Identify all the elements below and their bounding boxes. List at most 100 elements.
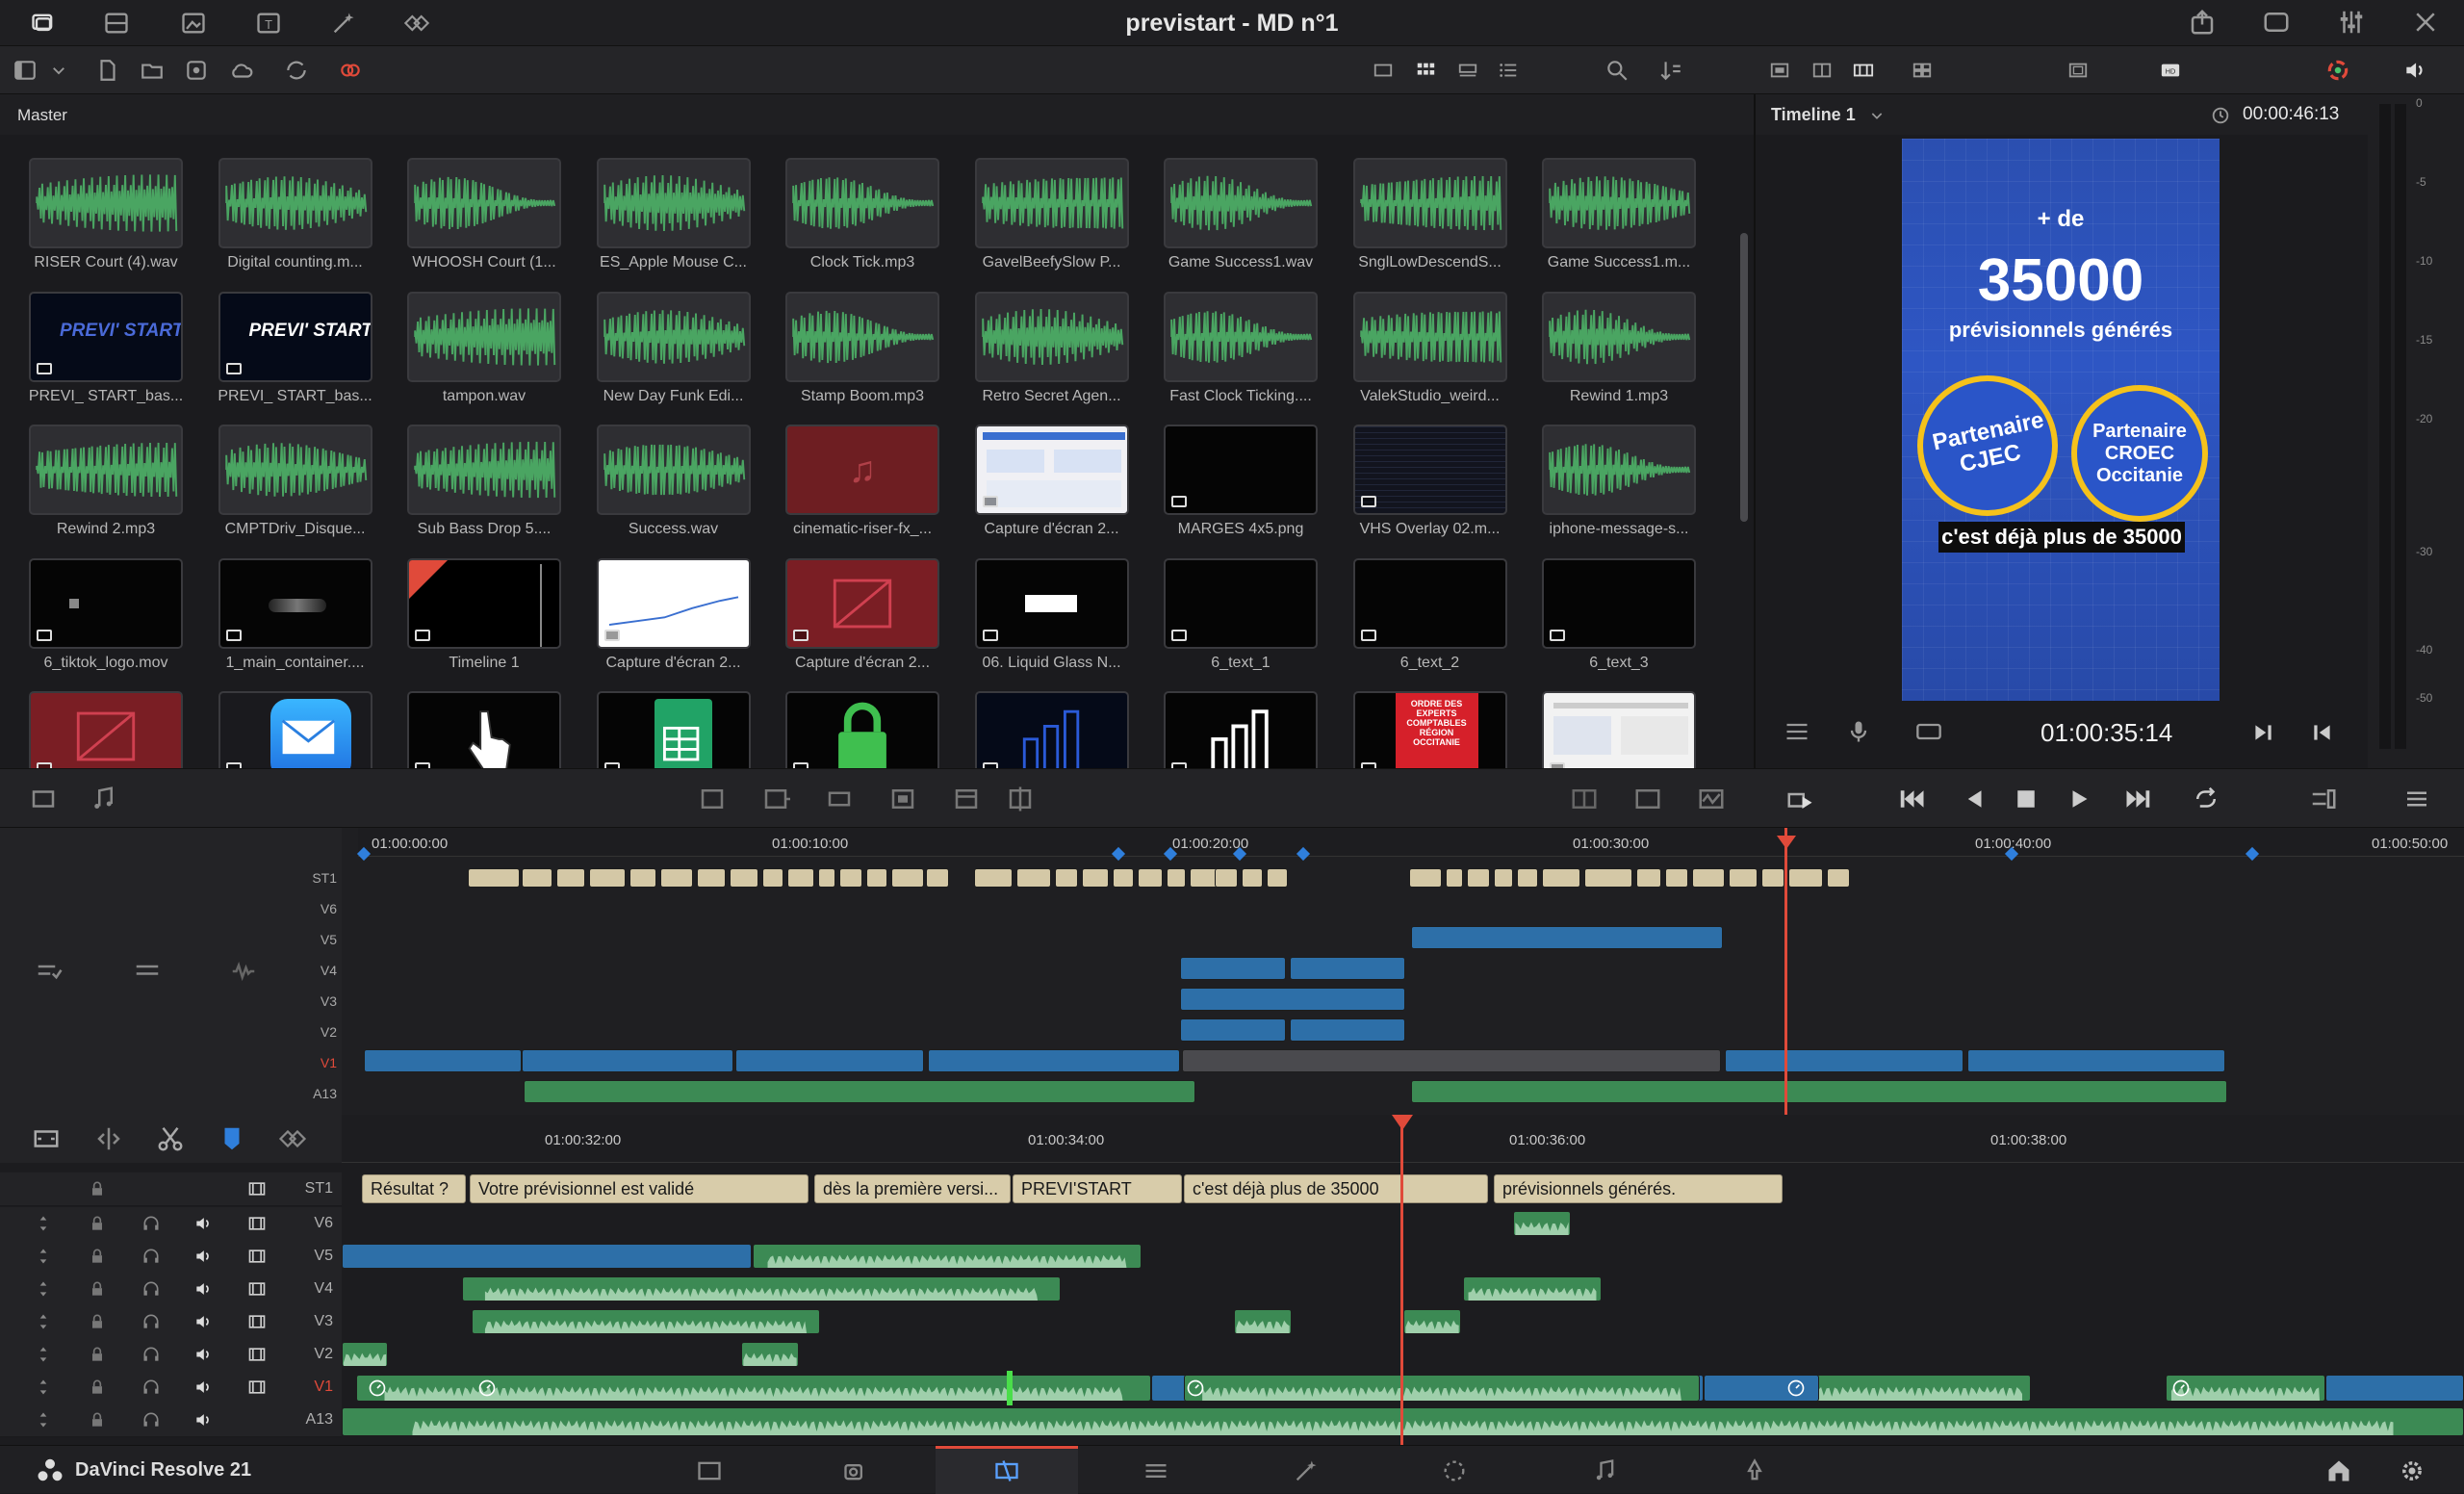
cloud-icon[interactable] bbox=[227, 58, 256, 83]
clip-item[interactable]: Success.wav bbox=[596, 425, 758, 557]
clip-item[interactable]: RISER Court (4).wav bbox=[29, 158, 191, 291]
film-icon[interactable] bbox=[246, 1345, 268, 1364]
tools-icon[interactable] bbox=[2410, 8, 2441, 37]
track-arrows-icon[interactable] bbox=[33, 1312, 54, 1331]
speaker-icon[interactable] bbox=[192, 1214, 214, 1233]
clip-item[interactable]: New Day Funk Edi... bbox=[596, 291, 758, 425]
subtitle-caption[interactable]: dès la première versi... bbox=[814, 1174, 1011, 1203]
clip-item[interactable]: Game Success1.m... bbox=[1542, 158, 1704, 291]
list-view-icon[interactable] bbox=[1496, 60, 1521, 81]
video-clip[interactable] bbox=[1967, 1049, 2225, 1072]
clip-item[interactable]: 06. Liquid Glass N... bbox=[974, 557, 1137, 691]
subtitle-clip[interactable] bbox=[1446, 868, 1463, 888]
upper-playhead[interactable] bbox=[1784, 828, 1787, 1115]
subtitle-clip[interactable] bbox=[1692, 868, 1725, 888]
clip-thumbnail[interactable] bbox=[1542, 425, 1696, 515]
speaker-icon[interactable] bbox=[192, 1247, 214, 1266]
audio-clip[interactable] bbox=[753, 1244, 1142, 1269]
clip-thumbnail[interactable] bbox=[974, 557, 1129, 649]
clip-item[interactable]: Capture d'écran 2... bbox=[596, 557, 758, 691]
new-bin-icon[interactable] bbox=[139, 58, 166, 83]
clip-thumbnail[interactable] bbox=[974, 291, 1129, 382]
clip-item[interactable]: 1_main_container.... bbox=[218, 557, 380, 691]
speaker-icon[interactable] bbox=[192, 1279, 214, 1299]
clip-item[interactable]: VHS Overlay 02.m... bbox=[1352, 425, 1515, 557]
subtitle-caption[interactable]: Votre prévisionnel est validé bbox=[470, 1174, 808, 1203]
video-clip[interactable] bbox=[1788, 1375, 2031, 1402]
film-icon[interactable] bbox=[246, 1378, 268, 1397]
upper-ruler[interactable] bbox=[358, 828, 2464, 857]
menu-icon[interactable] bbox=[2400, 785, 2433, 813]
clip-thumbnail[interactable]: PREVI' START bbox=[218, 291, 372, 382]
edit-page-icon[interactable] bbox=[989, 1457, 1024, 1484]
ripple-overwrite-icon[interactable] bbox=[820, 785, 859, 813]
subtitle-clip[interactable] bbox=[839, 868, 862, 888]
subtitle-caption[interactable]: prévisionnels générés. bbox=[1494, 1174, 1783, 1203]
subtitle-clip[interactable] bbox=[629, 868, 656, 888]
sync-icon[interactable] bbox=[283, 58, 310, 83]
settings-icon[interactable] bbox=[2397, 1457, 2427, 1484]
lock-icon[interactable] bbox=[87, 1279, 108, 1299]
loop-icon[interactable] bbox=[2187, 785, 2225, 813]
clip-thumbnail[interactable] bbox=[29, 557, 183, 649]
clip-item[interactable]: Digital counting.m... bbox=[218, 158, 380, 291]
thumbnail-view-icon[interactable] bbox=[1413, 60, 1438, 81]
append-icon[interactable] bbox=[757, 785, 795, 813]
clip-thumbnail[interactable] bbox=[218, 158, 372, 248]
subtitle-clip[interactable] bbox=[1267, 868, 1288, 888]
video-clip[interactable] bbox=[1184, 1375, 1700, 1402]
audio-clip[interactable] bbox=[1234, 1309, 1292, 1334]
track-arrows-icon[interactable] bbox=[33, 1214, 54, 1233]
audio-clip[interactable] bbox=[524, 1080, 1195, 1103]
metadata-view-icon[interactable] bbox=[1371, 60, 1396, 81]
audio-clip[interactable] bbox=[342, 1342, 388, 1367]
audio-clip[interactable] bbox=[1513, 1211, 1571, 1236]
clip-item[interactable]: 6_text_3 bbox=[1542, 557, 1704, 691]
clip-item[interactable]: Capture d'écran 2... bbox=[785, 557, 947, 691]
share-icon[interactable] bbox=[2187, 8, 2218, 37]
clip-item[interactable]: Timeline 1 bbox=[407, 557, 569, 691]
clip-thumbnail[interactable] bbox=[785, 557, 939, 649]
clip-item[interactable]: ES_Apple Mouse C... bbox=[596, 158, 758, 291]
clip-item[interactable]: Clock Tick.mp3 bbox=[785, 158, 947, 291]
audio-clip[interactable] bbox=[741, 1342, 799, 1367]
clip-item[interactable]: 6_tiktok_logo.mov bbox=[29, 557, 191, 691]
clip-thumbnail[interactable] bbox=[1164, 425, 1318, 515]
chevron-down-icon[interactable] bbox=[50, 60, 67, 81]
safe-area-icon[interactable] bbox=[2066, 60, 2091, 81]
search-icon[interactable] bbox=[1604, 58, 1630, 83]
film-icon[interactable] bbox=[246, 1247, 268, 1266]
subtitle-clip[interactable] bbox=[866, 868, 887, 888]
lock-icon[interactable] bbox=[87, 1247, 108, 1266]
film-icon[interactable] bbox=[246, 1214, 268, 1233]
clip-thumbnail[interactable]: ♫ bbox=[785, 425, 939, 515]
clip-thumbnail[interactable] bbox=[218, 557, 372, 649]
clip-thumbnail[interactable] bbox=[785, 158, 939, 248]
subtitle-caption[interactable]: c'est déjà plus de 35000 bbox=[1184, 1174, 1488, 1203]
clip-item[interactable]: Capture d'écran 2... bbox=[974, 425, 1137, 557]
clip-thumbnail[interactable] bbox=[1352, 425, 1507, 515]
audio-clip[interactable] bbox=[1411, 1080, 2227, 1103]
mixer-icon[interactable] bbox=[2335, 8, 2368, 37]
smart-bin-icon[interactable] bbox=[183, 58, 210, 83]
speaker-icon[interactable] bbox=[192, 1410, 214, 1430]
audio-clip[interactable] bbox=[1463, 1276, 1602, 1301]
subtitle-clip[interactable] bbox=[1242, 868, 1263, 888]
subtitle-clip[interactable] bbox=[891, 868, 924, 888]
audio-waveform-toggle-icon[interactable] bbox=[227, 957, 260, 986]
volume-icon[interactable] bbox=[2400, 58, 2429, 83]
clip-thumbnail[interactable] bbox=[407, 557, 561, 649]
lock-icon[interactable] bbox=[87, 1312, 108, 1331]
track-arrows-icon[interactable] bbox=[33, 1378, 54, 1397]
clip-thumbnail[interactable] bbox=[596, 425, 751, 515]
headphones-icon[interactable] bbox=[141, 1247, 162, 1266]
clip-thumbnail[interactable] bbox=[29, 425, 183, 515]
subtitle-clip[interactable] bbox=[1409, 868, 1442, 888]
video-clip[interactable] bbox=[342, 1244, 752, 1269]
subtitle-clip[interactable] bbox=[556, 868, 585, 888]
viewer-layout-icon[interactable] bbox=[1767, 60, 1792, 81]
subtitle-clip[interactable] bbox=[1542, 868, 1580, 888]
subtitle-clip[interactable] bbox=[1494, 868, 1513, 888]
subtitle-caption[interactable]: Résultat ? bbox=[362, 1174, 466, 1203]
timeline-name[interactable]: Timeline 1 bbox=[1771, 105, 1856, 125]
